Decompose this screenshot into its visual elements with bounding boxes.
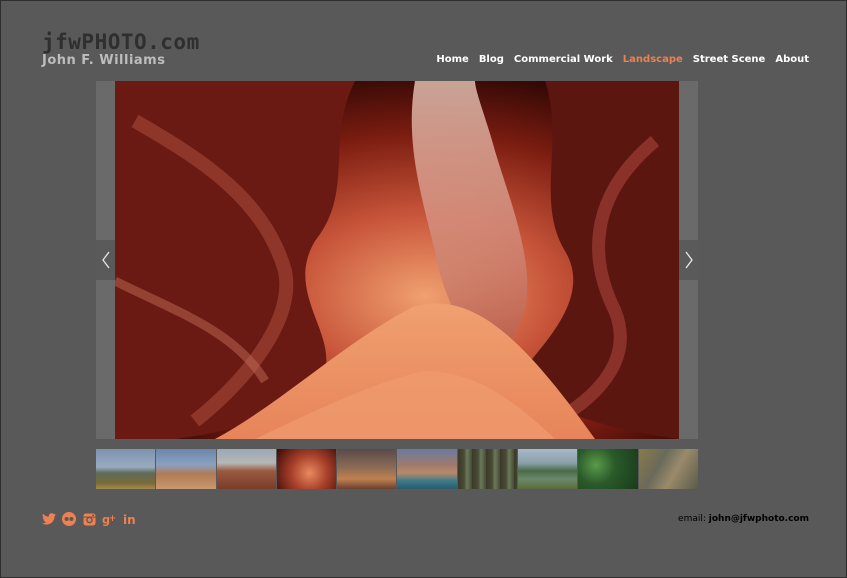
- chevron-left-icon: [101, 251, 110, 269]
- nav-street-scene[interactable]: Street Scene: [693, 54, 766, 65]
- thumbnail[interactable]: [96, 449, 156, 489]
- thumbnail[interactable]: [397, 449, 457, 489]
- site-subtitle: John F. Williams: [42, 53, 166, 68]
- instagram-icon[interactable]: [82, 512, 96, 526]
- svg-text:in: in: [123, 513, 136, 526]
- prev-slide-button[interactable]: [96, 240, 115, 280]
- thumbnail-strip: [96, 449, 698, 489]
- thumbnail[interactable]: [638, 449, 698, 489]
- nav-commercial-work[interactable]: Commercial Work: [514, 54, 613, 65]
- email-label: email:: [678, 514, 706, 524]
- social-links: g + in: [42, 512, 136, 526]
- email-link[interactable]: john@jfwphoto.com: [709, 514, 809, 524]
- site-brand[interactable]: jfwPHOTO.com John F. Williams: [42, 30, 200, 69]
- thumbnail[interactable]: [216, 449, 276, 489]
- thumbnail[interactable]: [518, 449, 578, 489]
- nav-home[interactable]: Home: [436, 54, 468, 65]
- next-slide-button[interactable]: [679, 240, 698, 280]
- chevron-right-icon: [684, 251, 693, 269]
- main-photo: [115, 81, 679, 439]
- site-title[interactable]: jfwPHOTO.com: [42, 30, 200, 54]
- thumbnail[interactable]: [276, 449, 337, 489]
- slideshow: [96, 81, 698, 439]
- svg-text:+: +: [109, 513, 116, 523]
- google-plus-icon[interactable]: g +: [102, 512, 116, 526]
- thumbnail[interactable]: [578, 449, 638, 489]
- slot-canyon-photo: [115, 81, 679, 439]
- nav-about[interactable]: About: [775, 54, 809, 65]
- main-nav: Home Blog Commercial Work Landscape Stre…: [436, 54, 809, 65]
- thumbnail[interactable]: [156, 449, 216, 489]
- linkedin-icon[interactable]: in: [122, 512, 136, 526]
- nav-blog[interactable]: Blog: [479, 54, 504, 65]
- nav-landscape[interactable]: Landscape: [623, 54, 683, 65]
- thumbnail[interactable]: [337, 449, 397, 489]
- flickr-icon[interactable]: [62, 512, 76, 526]
- thumbnail[interactable]: [457, 449, 518, 489]
- footer-email: email: john@jfwphoto.com: [678, 514, 809, 524]
- twitter-icon[interactable]: [42, 512, 56, 526]
